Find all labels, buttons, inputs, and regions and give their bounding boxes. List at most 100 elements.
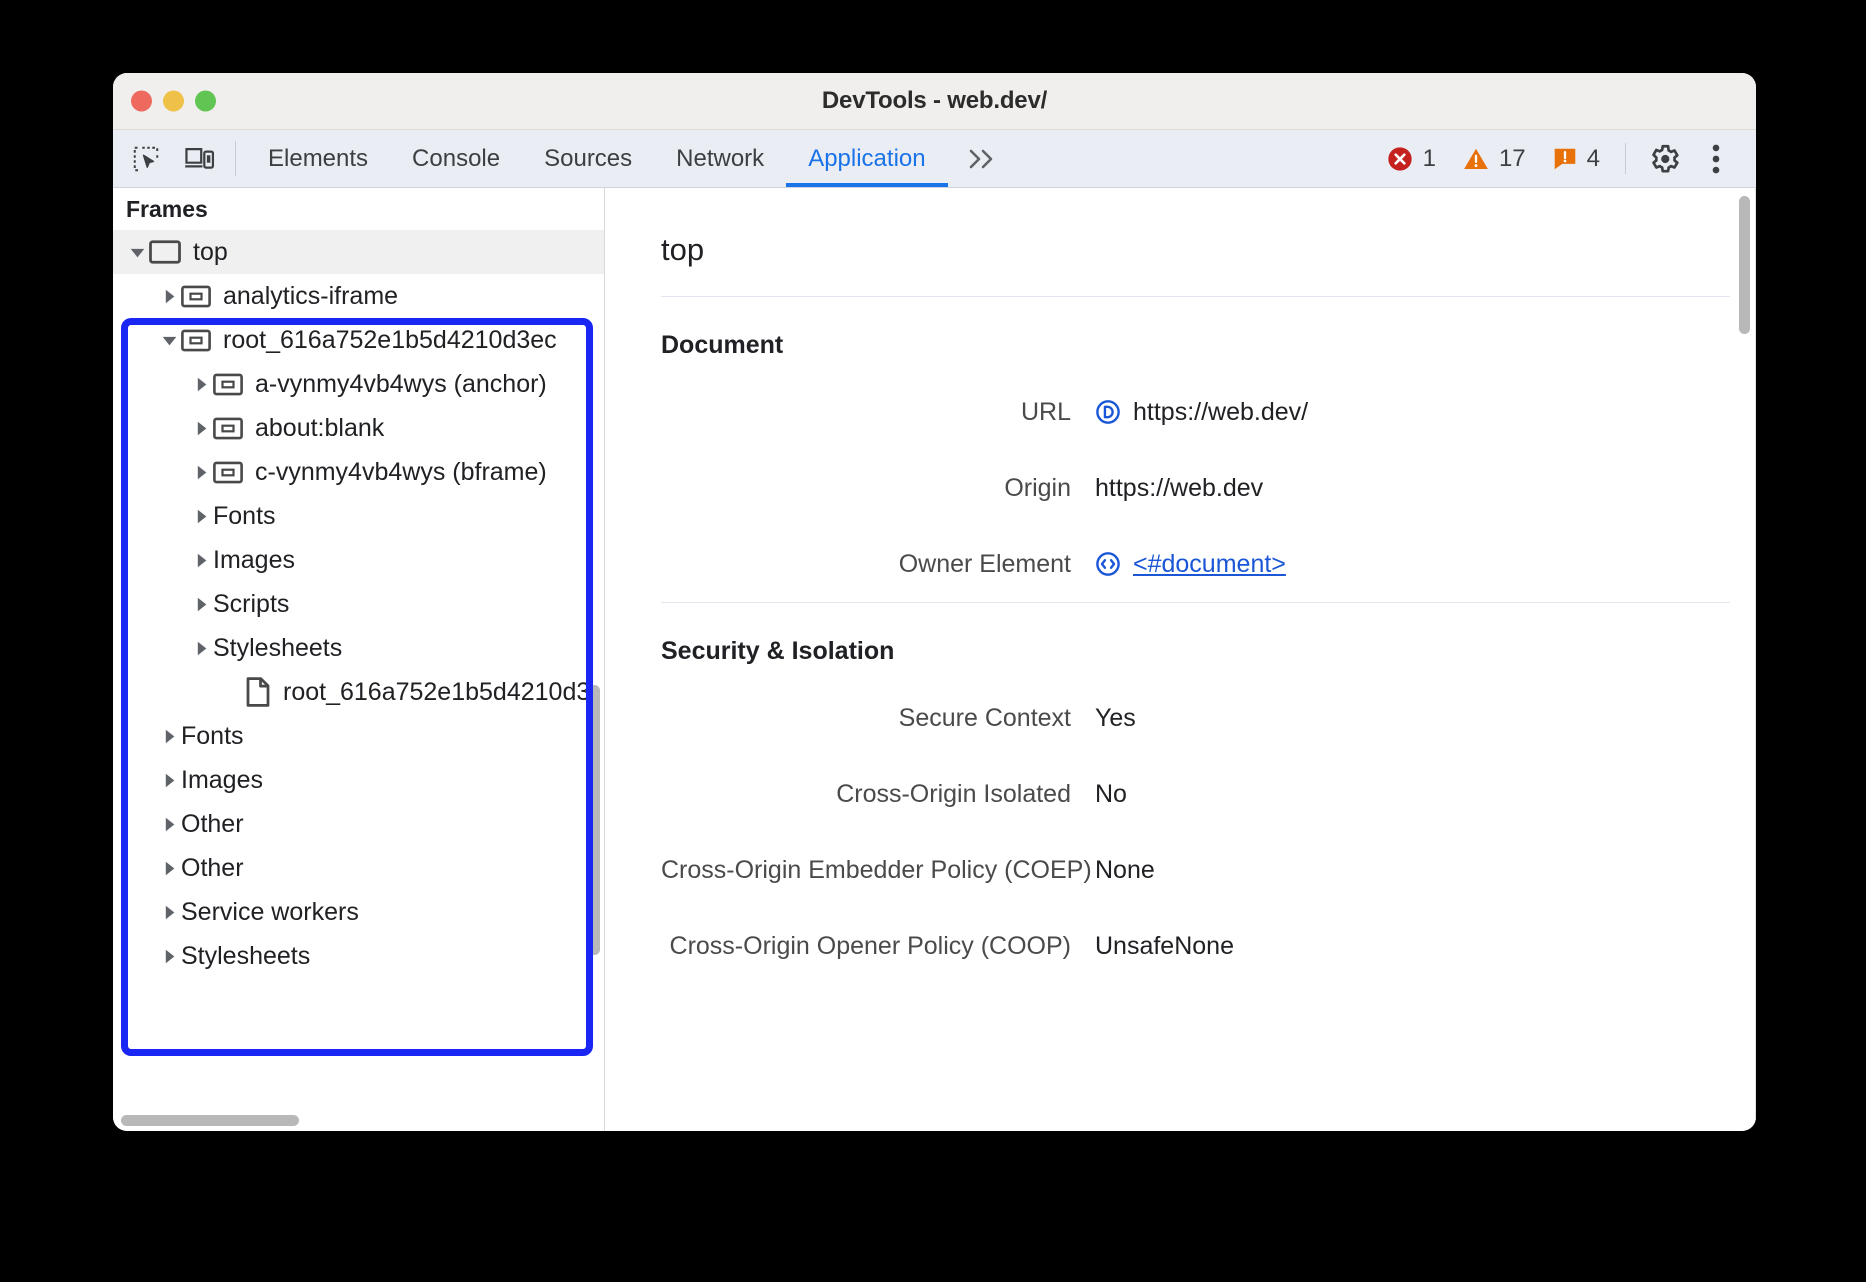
iframe-icon [181,285,211,308]
details-field-value: https://web.dev/ [1095,398,1308,427]
details-field-value: Yes [1095,704,1136,733]
details-field-value[interactable]: <#document> [1095,550,1286,579]
chevron-right-icon[interactable] [189,508,213,525]
more-tabs-icon[interactable] [948,130,1018,187]
chevron-right-icon[interactable] [189,552,213,569]
frames-tree-row-label: Other [181,854,244,883]
details-field-value: UnsafeNone [1095,932,1234,961]
device-toolbar-icon[interactable] [173,130,227,187]
chevron-right-icon[interactable] [157,772,181,789]
warning-counter[interactable]: 17 [1449,145,1539,173]
details-field-row: Owner Element <#document> [661,526,1756,602]
frames-tree-row[interactable]: Stylesheets [113,626,604,670]
frame-details-vertical-scrollbar[interactable] [1739,196,1750,334]
tab-console[interactable]: Console [390,130,522,187]
frames-tree-row-label: Fonts [213,502,276,531]
frames-pane: Frames top analytics-iframe root_616a752e1… [113,188,605,1131]
frames-tree-row-label: root_616a752e1b5d4210d3 [283,678,590,707]
chevron-right-icon[interactable] [189,376,213,393]
frames-tree-row[interactable]: top [113,230,604,274]
details-field-value: https://web.dev [1095,474,1263,503]
chevron-right-icon[interactable] [189,640,213,657]
frame-details-pane: top DocumentURLhttps://web.dev/Originhtt… [605,188,1756,1131]
frames-tree-row[interactable]: Fonts [113,494,604,538]
devtools-body: Frames top analytics-iframe root_616a752e1… [113,188,1756,1131]
chevron-right-icon[interactable] [157,860,181,877]
frames-tree-row-label: analytics-iframe [223,282,398,311]
frames-tree-row[interactable]: a-vynmy4vb4wys (anchor) [113,362,604,406]
details-field-row: Originhttps://web.dev [661,450,1756,526]
frames-tree-row[interactable]: c-vynmy4vb4wys (bframe) [113,450,604,494]
chevron-right-icon[interactable] [157,816,181,833]
zoom-window-button[interactable] [195,91,216,112]
chevron-right-icon[interactable] [189,464,213,481]
details-field-label: Owner Element [661,550,1095,579]
frames-tree-row[interactable]: about:blank [113,406,604,450]
window-traffic-lights[interactable] [131,91,216,112]
frames-tree-row[interactable]: Images [113,538,604,582]
details-field-text: Yes [1095,704,1136,733]
details-field-label: Origin [661,474,1095,503]
document-icon [245,677,271,707]
details-field-row: Cross-Origin Opener Policy (COOP)UnsafeN… [661,908,1730,984]
frames-tree-row-label: Stylesheets [213,634,342,663]
chevron-down-icon[interactable] [125,244,149,261]
frames-tree-row[interactable]: Other [113,846,604,890]
details-field-text: None [1095,856,1155,885]
kebab-menu-icon[interactable] [1690,133,1742,185]
frames-tree-row-label: c-vynmy4vb4wys (bframe) [255,458,547,487]
frames-tree-row-label: Stylesheets [181,942,310,971]
iframe-icon [213,417,243,440]
frame-icon [149,240,181,264]
frames-tree-row-label: root_616a752e1b5d4210d3ec [223,326,557,355]
frames-tree-horizontal-scrollbar[interactable] [121,1115,299,1126]
chevron-right-icon[interactable] [157,948,181,965]
frame-details-sections: DocumentURLhttps://web.dev/Originhttps:/… [661,297,1756,984]
details-field-value: None [1095,856,1155,885]
close-window-button[interactable] [131,91,152,112]
frames-pane-header: Frames [113,188,604,230]
frames-tree-row[interactable]: Other [113,802,604,846]
frames-tree-row[interactable]: Scripts [113,582,604,626]
details-field-row: Cross-Origin IsolatedNo [661,756,1730,832]
tab-elements[interactable]: Elements [246,130,390,187]
frames-tree-row[interactable]: Stylesheets [113,934,604,978]
tab-network[interactable]: Network [654,130,786,187]
devtools-toolbar: Elements Console Sources Network Applica… [113,130,1756,188]
chevron-right-icon[interactable] [157,728,181,745]
warning-count: 17 [1499,145,1526,173]
tab-label: Sources [544,145,632,173]
chevron-right-icon[interactable] [157,288,181,305]
warning-icon [1462,145,1490,173]
frames-tree-row-label: a-vynmy4vb4wys (anchor) [255,370,547,399]
frames-tree-row[interactable]: root_616a752e1b5d4210d3 [113,670,604,714]
frames-tree-row[interactable]: Fonts [113,714,604,758]
tab-sources[interactable]: Sources [522,130,654,187]
frames-tree[interactable]: top analytics-iframe root_616a752e1b5d4210… [113,230,604,1131]
details-field-text: UnsafeNone [1095,932,1234,961]
tab-label: Network [676,145,764,173]
iframe-icon [181,329,211,352]
error-count: 1 [1423,145,1436,173]
chevron-down-icon[interactable] [157,332,181,349]
inspect-element-icon[interactable] [119,130,173,187]
chevron-right-icon[interactable] [157,904,181,921]
minimize-window-button[interactable] [163,91,184,112]
issue-counter[interactable]: 4 [1539,145,1613,173]
frames-tree-row[interactable]: analytics-iframe [113,274,604,318]
frames-tree-row[interactable]: Service workers [113,890,604,934]
chevron-right-icon[interactable] [189,420,213,437]
frames-tree-row-label: Images [181,766,263,795]
frames-tree-row[interactable]: Images [113,758,604,802]
details-field-link[interactable]: <#document> [1133,550,1286,579]
frames-tree-vertical-scrollbar[interactable] [589,685,600,955]
tab-application[interactable]: Application [786,130,947,187]
gear-icon[interactable] [1638,133,1690,185]
frames-tree-row-label: Scripts [213,590,289,619]
chevron-right-icon[interactable] [189,596,213,613]
details-field-label: URL [661,398,1095,427]
frames-tree-row[interactable]: root_616a752e1b5d4210d3ec [113,318,604,362]
tab-label: Application [808,145,925,173]
details-field-text: https://web.dev/ [1133,398,1308,427]
error-counter[interactable]: 1 [1373,145,1449,173]
